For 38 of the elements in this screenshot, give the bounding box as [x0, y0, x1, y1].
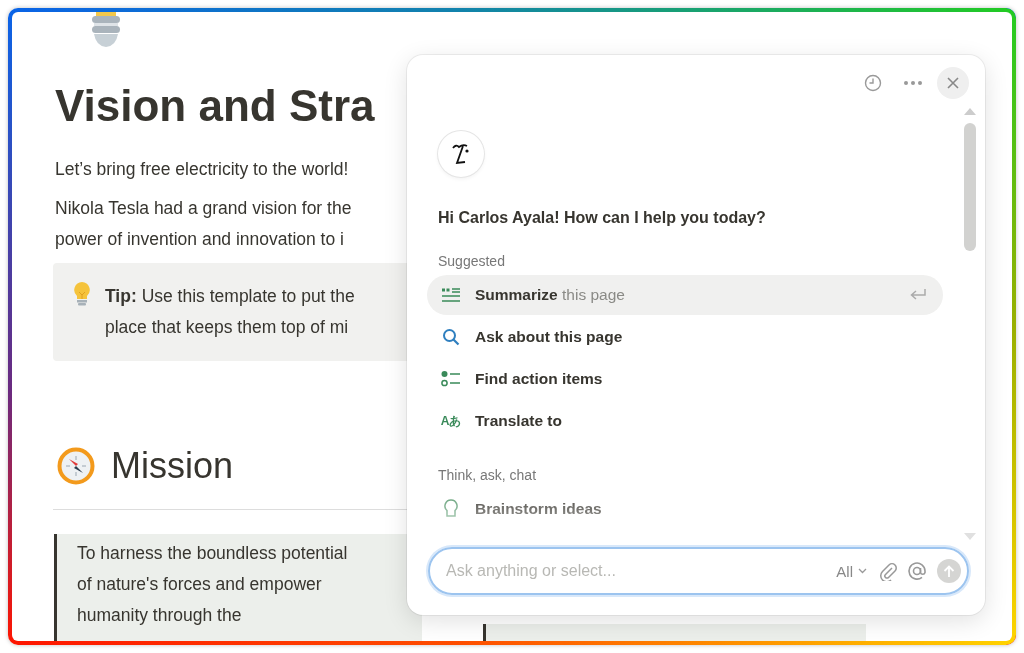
compass-icon	[57, 447, 95, 485]
translate-icon: Aあ	[440, 412, 462, 430]
paragraph: Nikola Tesla had a grand vision for the power of invention and innovation to i	[55, 197, 352, 251]
quote-text: To harness the boundless potential of nature's forces and empower humanity through the	[77, 542, 349, 627]
scrollbar[interactable]	[963, 107, 977, 541]
suggestion-item[interactable]: Aあ Translate to	[427, 401, 943, 441]
lightbulb-icon	[73, 281, 91, 307]
scroll-down-arrow-icon[interactable]	[964, 533, 976, 541]
close-button[interactable]	[937, 67, 969, 99]
close-icon	[947, 77, 959, 89]
section-label: Suggested	[438, 253, 506, 269]
callout-text: Tip: Use this template to put the place that keeps them top of mi	[105, 285, 355, 339]
mention-button[interactable]	[907, 561, 927, 581]
attach-button[interactable]	[879, 561, 897, 581]
section-heading: Mission	[111, 444, 234, 488]
arrow-up-icon	[943, 564, 955, 578]
paperclip-icon	[879, 561, 897, 581]
send-button[interactable]	[937, 559, 961, 583]
message-input[interactable]: Ask anything or select... All	[428, 547, 969, 595]
chevron-down-icon	[858, 568, 867, 574]
page-title: Vision and Stra	[55, 80, 375, 132]
checklist-icon	[441, 370, 461, 388]
at-sign-icon	[907, 561, 927, 581]
greeting-text: Hi Carlos Ayala! How can I help you today?	[438, 209, 767, 227]
section-label: Think, ask, chat	[438, 467, 538, 483]
lightbulb-icon	[444, 499, 458, 519]
return-icon	[909, 288, 927, 302]
suggestion-item[interactable]: Brainstorm ideas	[427, 489, 943, 529]
scope-dropdown[interactable]: All	[834, 562, 869, 580]
suggestion-item[interactable]: Ask about this page	[427, 317, 943, 357]
intro-text: Let’s bring free electricity to the world!	[55, 158, 349, 181]
more-icon	[903, 80, 923, 86]
summary-lines-icon	[441, 287, 461, 303]
scroll-up-arrow-icon[interactable]	[964, 107, 976, 115]
suggestion-item[interactable]: Summarize this page	[427, 275, 943, 315]
clock-icon	[864, 74, 882, 92]
suggestion-item[interactable]: Find action items	[427, 359, 943, 399]
search-icon	[442, 328, 460, 346]
